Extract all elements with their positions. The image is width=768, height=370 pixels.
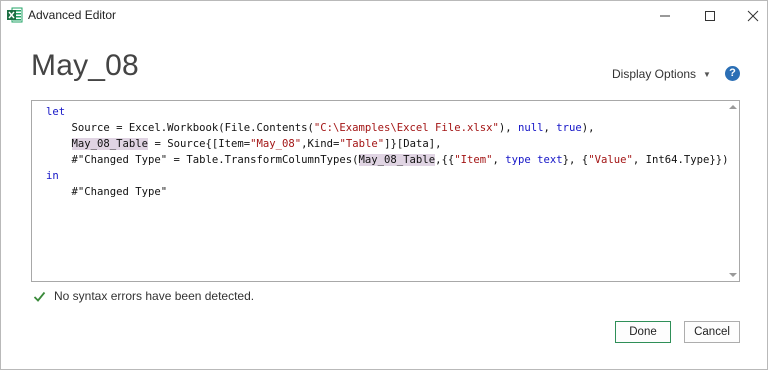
- code-text[interactable]: let Source = Excel.Workbook(File.Content…: [46, 104, 729, 200]
- code-token: null: [517, 122, 544, 134]
- code-line[interactable]: Source = Excel.Workbook(File.Contents("C…: [46, 120, 729, 136]
- minimize-button[interactable]: [650, 1, 680, 31]
- code-token: ,: [543, 122, 557, 134]
- window-title: Advanced Editor: [28, 8, 117, 22]
- code-token: in: [46, 170, 59, 182]
- minimize-icon: [660, 15, 670, 17]
- close-button[interactable]: [738, 1, 768, 31]
- code-token: ]}[Data],: [384, 138, 442, 150]
- code-token: type text: [505, 154, 563, 166]
- code-token: "Table": [339, 138, 385, 150]
- code-token: }, {: [562, 154, 589, 166]
- code-token: let: [46, 106, 66, 118]
- code-token: #"Changed Type": [46, 186, 168, 198]
- help-icon[interactable]: ?: [725, 66, 740, 81]
- advanced-editor-window: Advanced Editor May_08 Display Options ▼…: [0, 0, 768, 370]
- code-line[interactable]: let: [46, 104, 729, 120]
- title-bar: Advanced Editor: [1, 1, 767, 31]
- excel-app-icon: [7, 7, 23, 23]
- code-editor[interactable]: let Source = Excel.Workbook(File.Content…: [31, 100, 740, 282]
- code-token: true: [556, 122, 582, 134]
- code-token: ,{{: [435, 154, 455, 166]
- maximize-icon: [705, 11, 715, 21]
- code-token: "Item": [454, 154, 493, 166]
- highlighted-identifier: May_08_Table: [71, 138, 149, 150]
- scroll-up-arrow-icon[interactable]: [729, 105, 737, 109]
- syntax-status: No syntax errors have been detected.: [33, 289, 254, 303]
- code-token: ,: [492, 154, 506, 166]
- code-token: ,Kind=: [301, 138, 340, 150]
- close-icon: [747, 10, 759, 22]
- code-token: ),: [581, 122, 595, 134]
- code-token: ),: [498, 122, 518, 134]
- code-token: #"Changed Type" = Table.TransformColumnT…: [46, 154, 359, 166]
- chevron-down-icon: ▼: [703, 69, 711, 79]
- code-token: "C:\Examples\Excel File.xlsx": [313, 122, 499, 134]
- maximize-button[interactable]: [695, 1, 725, 31]
- code-token: Source = Excel.Workbook(File.Contents(: [46, 122, 314, 134]
- code-token: "May_08": [250, 138, 302, 150]
- code-token: = Source{[Item=: [148, 138, 251, 150]
- cancel-button[interactable]: Cancel: [684, 321, 740, 343]
- code-line[interactable]: #"Changed Type": [46, 184, 729, 200]
- display-options-label: Display Options: [612, 67, 697, 81]
- checkmark-icon: [33, 291, 46, 302]
- done-button[interactable]: Done: [615, 321, 671, 343]
- syntax-status-message: No syntax errors have been detected.: [54, 289, 255, 303]
- display-options-dropdown[interactable]: Display Options ▼: [612, 67, 711, 81]
- code-token: "Value": [588, 154, 633, 166]
- query-name-title: May_08: [31, 49, 139, 82]
- code-token: , Int64.Type}}): [632, 154, 729, 166]
- code-line[interactable]: May_08_Table = Source{[Item="May_08",Kin…: [46, 136, 729, 152]
- scroll-down-arrow-icon[interactable]: [729, 273, 737, 277]
- code-line[interactable]: #"Changed Type" = Table.TransformColumnT…: [46, 152, 729, 168]
- code-line[interactable]: in: [46, 168, 729, 184]
- highlighted-identifier: May_08_Table: [358, 154, 436, 166]
